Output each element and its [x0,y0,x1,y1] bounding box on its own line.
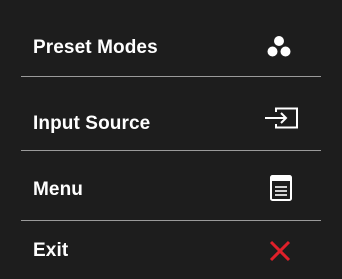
menu-item-label: Menu [33,179,84,200]
menu-item-label: Preset Modes [33,37,158,58]
menu-item-label: Exit [33,240,69,261]
three-dots-icon [267,36,291,57]
close-icon [269,240,291,262]
menu-item-menu[interactable]: Menu [0,151,342,220]
menu-item-label: Input Source [33,113,151,134]
menu-item-preset-modes[interactable]: Preset Modes [0,0,342,76]
input-source-icon [265,107,298,129]
osd-menu-panel: Preset Modes Input Source Menu Exit [0,0,342,279]
menu-item-exit[interactable]: Exit [0,221,342,279]
menu-item-input-source[interactable]: Input Source [0,77,342,150]
menu-document-icon [270,175,292,201]
